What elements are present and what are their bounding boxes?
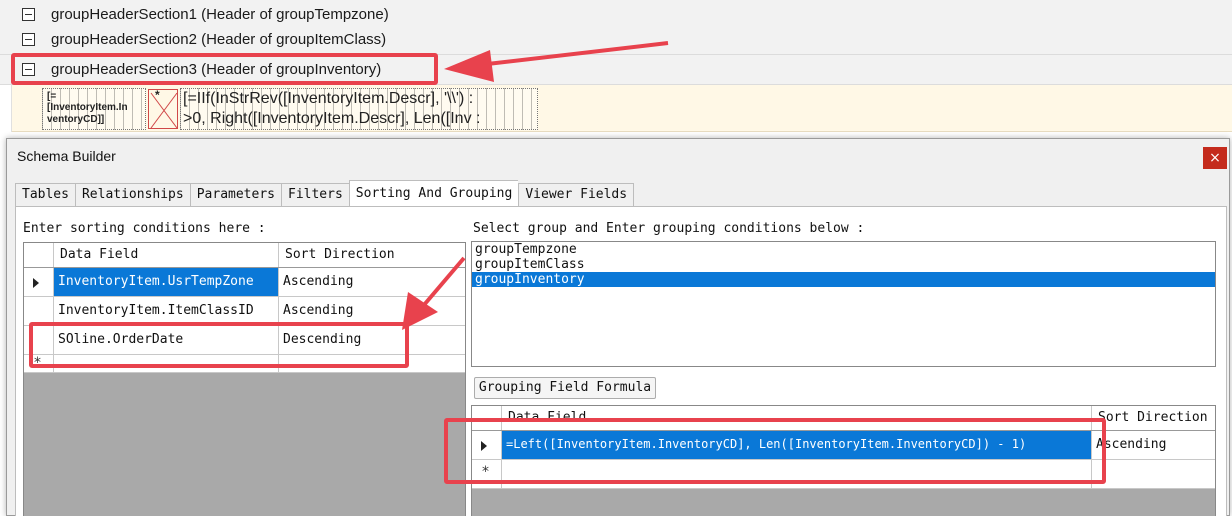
- description-formula-field[interactable]: [=IIf(InStrRev([InventoryItem.Descr], '\…: [180, 88, 538, 130]
- window-title: Schema Builder: [17, 148, 116, 164]
- sorting-grid[interactable]: Data Field Sort Direction InventoryItem.…: [23, 242, 466, 516]
- list-item[interactable]: groupItemClass: [472, 257, 1215, 272]
- close-icon: ×: [1209, 150, 1221, 166]
- tab-viewer-fields[interactable]: Viewer Fields: [518, 183, 635, 207]
- current-row-arrow-icon: [33, 278, 39, 288]
- grouping-field-formula-button[interactable]: Grouping Field Formula: [474, 377, 656, 399]
- inventory-cd-field[interactable]: [= [InventoryItem.In ventoryCD]]: [42, 88, 146, 130]
- section-label: groupHeaderSection1 (Header of groupTemp…: [51, 6, 389, 23]
- close-button[interactable]: ×: [1203, 147, 1227, 169]
- group-section-content-band: [= [InventoryItem.In ventoryCD]] * [=IIf…: [0, 85, 1232, 132]
- table-row[interactable]: InventoryItem.UsrTempZone Ascending: [24, 268, 465, 297]
- sort-direction-cell[interactable]: Ascending: [1092, 431, 1215, 459]
- collapse-icon[interactable]: [22, 33, 35, 46]
- highlight-box-group-formula: [444, 418, 1106, 484]
- highlight-box-group-header-3: [11, 53, 438, 85]
- field-text-line: ventoryCD]]: [47, 114, 105, 125]
- row-selector[interactable]: [24, 268, 54, 296]
- tab-parameters[interactable]: Parameters: [189, 183, 281, 207]
- field-mark: *: [155, 88, 160, 102]
- sort-direction-cell[interactable]: Ascending: [279, 268, 465, 296]
- sort-direction-cell[interactable]: Ascending: [279, 297, 465, 325]
- tab-relationships[interactable]: Relationships: [74, 183, 190, 207]
- image-placeholder-field[interactable]: *: [148, 89, 178, 129]
- column-header-sort-direction[interactable]: Sort Direction: [1092, 406, 1215, 430]
- column-header-data-field[interactable]: Data Field: [54, 243, 279, 267]
- tab-strip: Tables Relationships Parameters Filters …: [15, 180, 635, 207]
- list-item[interactable]: groupTempzone: [472, 242, 1215, 257]
- data-field-cell[interactable]: InventoryItem.ItemClassID: [54, 297, 279, 325]
- list-item-selected[interactable]: groupInventory: [472, 272, 1215, 287]
- tab-sorting-and-grouping[interactable]: Sorting And Grouping: [348, 180, 519, 207]
- field-text-line: [InventoryItem.In: [47, 102, 128, 113]
- tab-filters[interactable]: Filters: [281, 183, 349, 207]
- sorting-prompt: Enter sorting conditions here :: [23, 221, 266, 236]
- data-field-cell[interactable]: InventoryItem.UsrTempZone: [54, 268, 279, 296]
- field-text-line: [=: [47, 91, 57, 102]
- sorting-grid-header: Data Field Sort Direction: [24, 243, 465, 268]
- tab-tables[interactable]: Tables: [15, 183, 75, 207]
- formula-line: [=IIf(InStrRev([InventoryItem.Descr], '\…: [183, 90, 474, 107]
- collapse-icon[interactable]: [22, 8, 35, 21]
- section-label: groupHeaderSection2 (Header of groupItem…: [51, 31, 387, 48]
- group-listbox[interactable]: groupTempzone groupItemClass groupInvent…: [471, 241, 1216, 367]
- red-x-icon: [150, 92, 178, 129]
- formula-line: >0, Right([InventoryItem.Descr], Len([In…: [183, 110, 481, 127]
- grouping-prompt: Select group and Enter grouping conditio…: [473, 221, 865, 236]
- group-header-section-2[interactable]: groupHeaderSection2 (Header of groupItem…: [0, 25, 1232, 55]
- column-header-sort-direction[interactable]: Sort Direction: [279, 243, 465, 267]
- row-header-corner: [24, 243, 54, 267]
- row-selector[interactable]: [24, 297, 54, 325]
- band-left-ruler: [0, 85, 12, 132]
- highlight-box-sort-row: [29, 322, 409, 368]
- sort-direction-cell[interactable]: [1092, 460, 1215, 488]
